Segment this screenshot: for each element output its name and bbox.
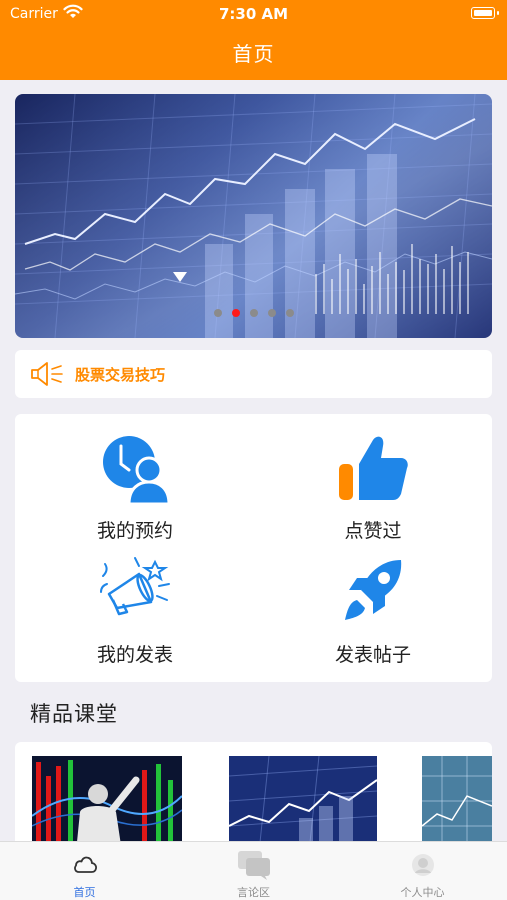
cloud-icon	[72, 852, 98, 878]
megaphone-icon	[99, 556, 171, 628]
grid-item-my-posts[interactable]: 我的发表	[35, 546, 235, 666]
carousel-dot[interactable]	[249, 309, 258, 317]
tab-comments[interactable]: 言论区	[169, 842, 338, 900]
page-title: 首页	[232, 42, 275, 66]
person-icon	[410, 852, 436, 878]
carousel-dot[interactable]	[231, 309, 240, 317]
grid-item-label: 点赞过	[344, 520, 402, 542]
thumbs-up-icon	[337, 432, 409, 504]
tab-bar: 首页 言论区 个人中心	[0, 841, 507, 900]
speaker-icon	[29, 361, 63, 391]
function-grid: 我的预约 点赞过 我的发表 发表帖子	[15, 414, 492, 682]
grid-item-label: 我的预约	[96, 520, 173, 542]
course-list	[15, 742, 492, 852]
course-thumbnail[interactable]	[229, 756, 377, 852]
carousel-dot[interactable]	[285, 309, 294, 317]
carousel-dots[interactable]	[15, 302, 492, 321]
chat-icon	[238, 851, 270, 880]
rocket-icon	[337, 556, 409, 628]
tab-label: 首页	[73, 886, 96, 899]
tab-home[interactable]: 首页	[0, 842, 169, 900]
tab-label: 言论区	[237, 886, 270, 899]
banner-carousel[interactable]	[15, 94, 492, 338]
grid-item-label: 发表帖子	[334, 644, 411, 666]
grid-item-liked[interactable]: 点赞过	[273, 422, 473, 542]
course-thumbnail[interactable]	[422, 756, 492, 852]
carousel-dot[interactable]	[267, 309, 276, 317]
grid-item-label: 我的发表	[96, 644, 173, 666]
tab-label: 个人中心	[400, 886, 445, 899]
notice-bar[interactable]: 股票交易技巧	[15, 350, 492, 398]
status-time: 7:30 AM	[218, 5, 289, 23]
grid-item-new-post[interactable]: 发表帖子	[273, 546, 473, 666]
tab-profile[interactable]: 个人中心	[338, 842, 507, 900]
battery-icon	[471, 7, 499, 19]
course-thumbnail[interactable]	[32, 756, 182, 852]
status-bar: Carrier 7:30 AM	[0, 0, 507, 28]
top-header: Carrier 7:30 AM 首页	[0, 0, 507, 80]
section-title: 精品课堂	[30, 702, 118, 726]
notice-text[interactable]: 股票交易技巧	[75, 364, 165, 385]
grid-item-appointments[interactable]: 我的预约	[35, 422, 235, 542]
clock-person-icon	[99, 432, 171, 506]
carousel-dot[interactable]	[213, 309, 222, 317]
